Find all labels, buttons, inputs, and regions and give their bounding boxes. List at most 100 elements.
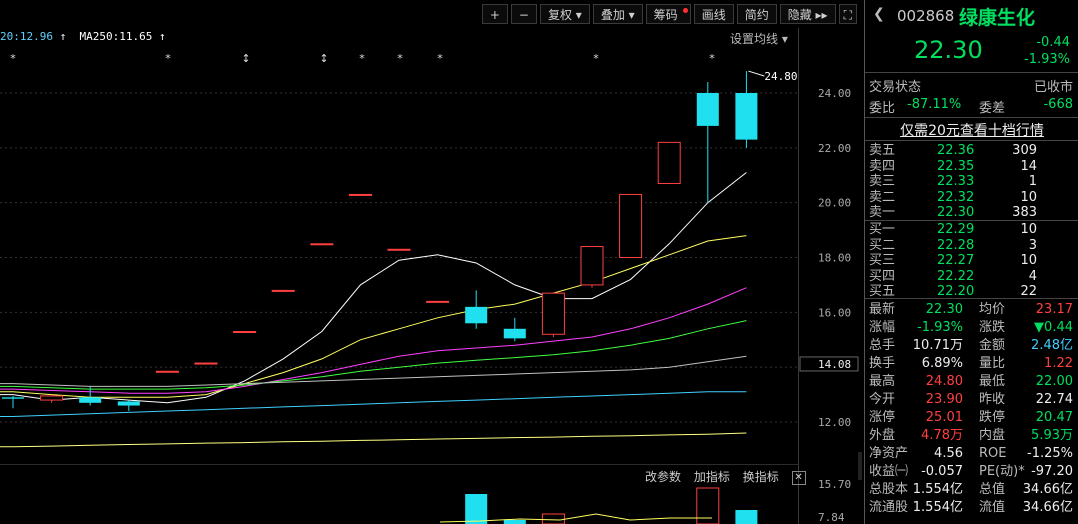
candle-body-down	[117, 401, 140, 406]
stock-header: ❮ 002868 绿康生化	[871, 6, 1075, 29]
ma-line-ma250	[0, 432, 747, 448]
ma250-value: MA250:11.65	[79, 30, 153, 43]
bid-label: 买五	[869, 284, 896, 299]
divider	[865, 298, 1078, 299]
chart-toolbar: + − 复权 ▾ 叠加 ▾ 筹码 画线 简约 隐藏 ▸▸ ⛶	[479, 4, 857, 24]
divider	[865, 140, 1078, 141]
candle-body-up	[271, 289, 295, 292]
level2-promo-link[interactable]: 仅需20元查看十档行情	[865, 120, 1078, 140]
stat-label: 涨幅	[869, 320, 896, 335]
indicator-toolbar: 改参数 加指标 换指标 ✕	[645, 468, 815, 485]
bid-row: 买五 22.20 22	[869, 284, 1075, 299]
stat-value: 20.47	[1035, 410, 1073, 425]
edit-params-button[interactable]: 改参数	[645, 470, 681, 484]
stat-label: 金额	[979, 338, 1006, 353]
zoom-in-button[interactable]: +	[481, 4, 508, 24]
bid-label: 买三	[869, 253, 896, 268]
candle-body-up	[580, 246, 604, 286]
stat-row: 总手 10.71万 金额 2.48亿	[869, 337, 1075, 355]
trade-status-value: 已收市	[1033, 80, 1073, 95]
peak-label: 24.80	[764, 70, 797, 83]
stat-value: 1.554亿	[912, 482, 963, 497]
add-indicator-button[interactable]: 加指标	[694, 470, 730, 484]
candle-body-up	[194, 362, 218, 365]
close-icon[interactable]: ✕	[791, 470, 806, 485]
candle-body-up	[233, 331, 257, 334]
candle-body-up	[657, 141, 681, 184]
volume-tick-label: 7.84	[818, 511, 845, 524]
divider	[865, 117, 1078, 118]
stat-value: 10.71万	[912, 338, 963, 353]
candle-body-up	[387, 248, 411, 251]
ask-volume: 14	[1020, 158, 1037, 174]
stat-label: 收益㈠	[869, 464, 909, 479]
ma-line-ma120	[0, 391, 747, 417]
overlay-button[interactable]: 叠加 ▾	[592, 4, 643, 24]
bid-price: 22.29	[937, 222, 975, 237]
volume-bar	[696, 487, 720, 524]
chips-button[interactable]: 筹码	[645, 4, 691, 24]
bid-label: 买二	[869, 237, 896, 253]
ask-row: 卖四 22.35 14	[869, 159, 1075, 174]
stat-label: 净资产	[869, 446, 909, 461]
stat-label: PE(动)*	[979, 464, 1025, 479]
hide-panel-button[interactable]: 隐藏 ▸▸	[779, 4, 836, 24]
resize-handle[interactable]	[858, 452, 862, 480]
stat-label: 换手	[869, 356, 896, 371]
stat-label: 外盘	[869, 428, 896, 443]
stat-value: 34.66亿	[1022, 482, 1073, 497]
chevron-left-icon[interactable]: ❮	[873, 6, 885, 22]
stat-value: 4.78万	[921, 428, 963, 443]
stat-value: -97.20	[1031, 464, 1073, 479]
volume-bar	[503, 520, 526, 524]
ma20-value: 20:12.96	[0, 30, 53, 43]
event-marker-icon: *	[165, 52, 171, 65]
weibi-row: 委比 -87.11% 委差 -668	[869, 97, 1075, 116]
y-tick-label: 20.00	[818, 197, 851, 210]
ask-label: 卖二	[869, 189, 896, 205]
ma-line-ma10	[0, 235, 747, 398]
ask-price: 22.35	[937, 158, 975, 174]
trade-status-label: 交易状态	[869, 80, 922, 95]
adjust-rights-button[interactable]: 复权 ▾	[539, 4, 590, 24]
bid-label: 买四	[869, 268, 896, 284]
bid-volume: 10	[1020, 222, 1037, 237]
candle-body-down	[79, 397, 102, 403]
bid-price: 22.22	[937, 268, 975, 284]
stat-row: 最高 24.80 最低 22.00	[869, 373, 1075, 391]
notification-dot-icon	[682, 8, 688, 13]
switch-indicator-button[interactable]: 换指标	[743, 470, 779, 484]
ask-label: 卖五	[869, 143, 896, 158]
stat-value: 5.93万	[1031, 428, 1073, 443]
stat-row: 换手 6.89% 量比 1.22	[869, 355, 1075, 373]
stat-row: 最新 22.30 均价 23.17	[869, 301, 1075, 319]
price-change: -0.44	[1036, 35, 1070, 50]
stock-code: 002868	[897, 7, 955, 25]
stat-label: 均价	[979, 302, 1006, 317]
candle-body-up	[541, 292, 565, 335]
ask-volume: 383	[1012, 205, 1037, 220]
kline-chart-area[interactable]: 24.0022.0020.0018.0016.0014.0012.0014.08…	[0, 0, 862, 524]
simple-mode-button[interactable]: 简约	[736, 4, 777, 24]
candle-body-up	[348, 193, 372, 196]
y-tick-label: 24.00	[818, 87, 851, 100]
kline-plot[interactable]: 24.0022.0020.0018.0016.0014.0012.0014.08…	[0, 0, 862, 524]
stat-row: 净资产 4.56 ROE -1.25%	[869, 445, 1075, 463]
ma250-arrow-icon: ↑	[158, 30, 166, 43]
stat-label: 最高	[869, 374, 896, 389]
draw-line-button[interactable]: 画线	[693, 4, 734, 24]
ask-price: 22.33	[937, 174, 975, 189]
bid-row: 买一 22.29 10	[869, 222, 1075, 237]
stat-row: 涨幅 -1.93% 涨跌 ▼0.44	[869, 319, 1075, 337]
bid-volume: 3	[1028, 237, 1037, 253]
event-marker-icon: *	[359, 52, 365, 65]
event-marker-icon: *	[10, 52, 16, 65]
zoom-out-button[interactable]: −	[510, 4, 537, 24]
volume-bar	[541, 513, 565, 524]
stat-value: 22.30	[925, 302, 963, 317]
fullscreen-icon[interactable]: ⛶	[838, 4, 857, 24]
ma-legend: 20:12.96 ↑ MA250:11.65 ↑	[0, 30, 166, 43]
ma-settings-button[interactable]: 设置均线 ▾	[730, 30, 788, 47]
stat-label: 流值	[979, 500, 1006, 515]
stat-label: 最新	[869, 302, 896, 317]
